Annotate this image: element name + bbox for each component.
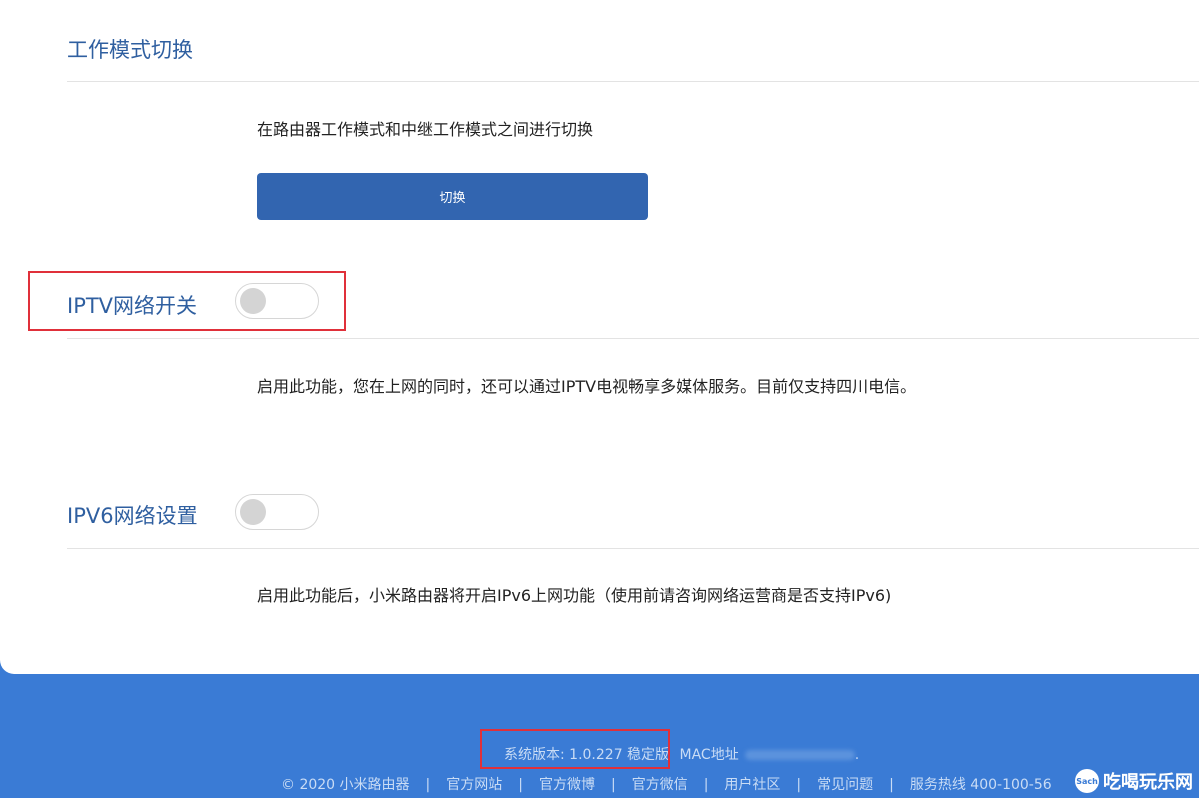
mac-suffix: . <box>854 747 860 763</box>
ipv6-description: 启用此功能后，小米路由器将开启IPv6上网功能（使用前请咨询网络运营商是否支持I… <box>257 586 892 605</box>
mac-address-redacted <box>744 750 855 760</box>
mode-switch-title: 工作模式切换 <box>67 38 193 62</box>
official-site-link[interactable]: 官方网站 <box>446 777 502 793</box>
ipv6-toggle[interactable] <box>235 494 319 530</box>
divider <box>67 548 1199 549</box>
mac-label: MAC地址 <box>679 747 739 763</box>
divider <box>67 338 1199 339</box>
settings-card: 工作模式切换 在路由器工作模式和中继工作模式之间进行切换 切换 IPTV网络开关… <box>0 0 1199 674</box>
iptv-description: 启用此功能，您在上网的同时，还可以通过IPTV电视畅享多媒体服务。目前仅支持四川… <box>257 377 917 396</box>
ipv6-title: IPV6网络设置 <box>67 504 198 528</box>
faq-link[interactable]: 常见问题 <box>817 777 873 793</box>
service-hotline: 服务热线 400-100-56 <box>909 777 1052 793</box>
watermark: Sach 吃喝玩乐网 <box>1075 768 1193 794</box>
iptv-highlight-box <box>28 271 346 331</box>
switch-mode-button[interactable]: 切换 <box>257 173 648 220</box>
divider <box>67 81 1199 82</box>
watermark-text: 吃喝玩乐网 <box>1103 772 1193 793</box>
toggle-knob <box>240 499 266 525</box>
version-highlight-box <box>480 729 670 769</box>
footer-links: © 2020 小米路由器 | 官方网站 | 官方微博 | 官方微信 | 用户社区 | 常见问题 | 服务… <box>281 777 1052 793</box>
user-community-link[interactable]: 用户社区 <box>724 777 780 793</box>
copyright: © 2020 小米路由器 <box>281 777 410 793</box>
watermark-logo-icon: Sach <box>1075 769 1099 793</box>
official-weibo-link[interactable]: 官方微博 <box>539 777 595 793</box>
official-wechat-link[interactable]: 官方微信 <box>632 777 688 793</box>
mode-switch-description: 在路由器工作模式和中继工作模式之间进行切换 <box>257 120 594 139</box>
